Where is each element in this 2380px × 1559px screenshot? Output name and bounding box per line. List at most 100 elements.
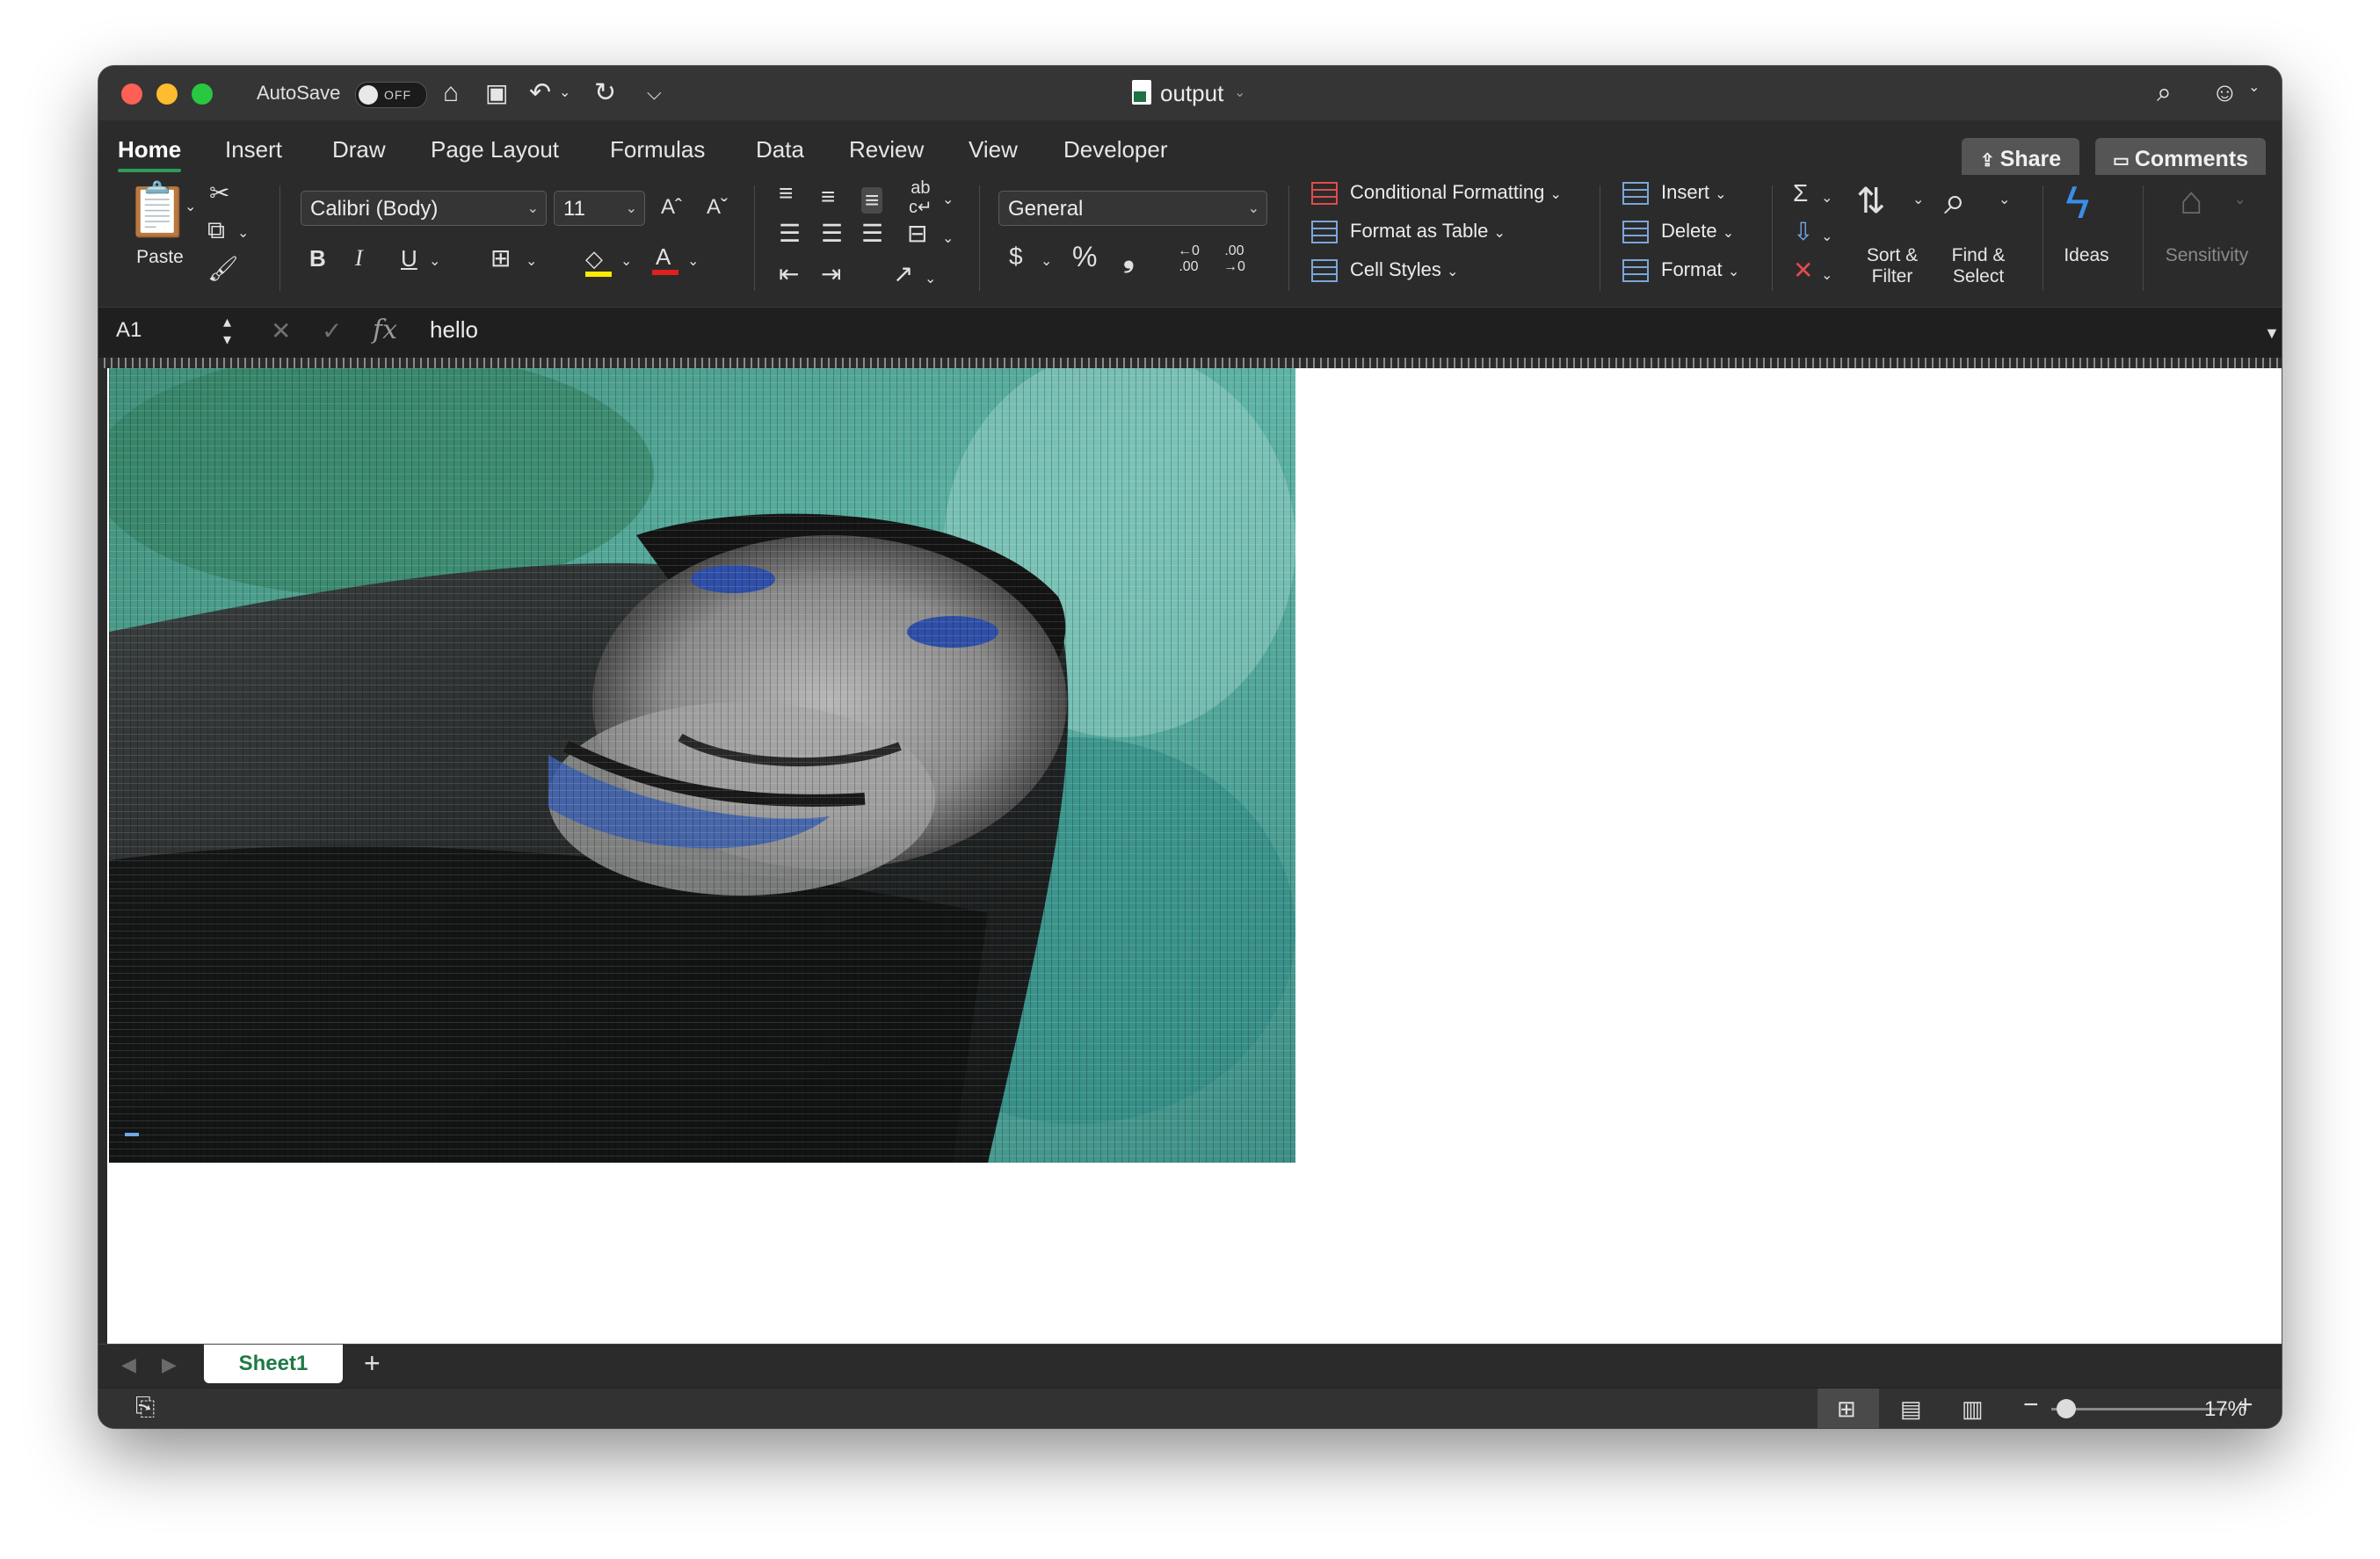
comments-button[interactable]: ▭ Comments	[2095, 138, 2266, 180]
cell-styles-button[interactable]: Cell Styles ⌄	[1311, 257, 1458, 285]
tab-developer[interactable]: Developer	[1063, 136, 1168, 163]
decrease-indent-icon[interactable]: ⇤	[779, 261, 799, 287]
autosave-toggle[interactable]: OFF	[355, 82, 427, 108]
ideas-lightning-icon[interactable]: ϟ	[2065, 177, 2090, 229]
number-format-select[interactable]: General ⌄	[998, 191, 1267, 226]
normal-view-button[interactable]: ⊞	[1818, 1389, 1879, 1428]
italic-button[interactable]: I	[355, 245, 363, 272]
search-icon[interactable]: ⌕	[2157, 78, 2172, 108]
increase-font-size-icon[interactable]: Aˆ	[661, 194, 682, 221]
share-button[interactable]: ⇪ Share	[1962, 138, 2079, 180]
home-icon[interactable]: ⌂	[443, 78, 459, 108]
zoom-window-button[interactable]	[192, 83, 213, 105]
align-bottom-icon[interactable]: ≡	[861, 187, 883, 214]
clear-icon[interactable]: ✕	[1793, 257, 1813, 284]
increase-decimal-icon[interactable]: ←0.00	[1178, 243, 1200, 275]
tab-insert[interactable]: Insert	[225, 136, 282, 163]
sort-filter-label[interactable]: Sort & Filter	[1860, 245, 1925, 287]
copy-icon[interactable]: ⧉	[207, 217, 225, 243]
format-painter-icon[interactable]: 🖌	[207, 256, 239, 282]
underline-button[interactable]: U	[401, 245, 417, 272]
tab-data[interactable]: Data	[756, 136, 804, 163]
save-icon[interactable]: ▣	[485, 78, 508, 108]
sheet-tab-sheet1[interactable]: Sheet1	[204, 1345, 343, 1383]
currency-button[interactable]: $	[1009, 243, 1023, 270]
undo-icon[interactable]: ↶	[529, 78, 551, 108]
font-color-dropdown-icon[interactable]: ⌄	[687, 249, 699, 275]
redo-icon[interactable]: ↻	[594, 78, 616, 108]
format-as-table-button[interactable]: Format as Table ⌄	[1311, 219, 1506, 246]
autosum-icon[interactable]: Σ	[1793, 180, 1808, 207]
customize-toolbar-icon[interactable]: ⌵	[647, 78, 662, 108]
page-layout-view-icon[interactable]: ▤	[1900, 1396, 1922, 1422]
tab-home[interactable]: Home	[118, 136, 182, 172]
add-sheet-icon[interactable]: +	[364, 1349, 381, 1377]
paste-dropdown-icon[interactable]: ⌄	[185, 194, 196, 221]
align-right-icon[interactable]: ☰	[861, 221, 883, 247]
worksheet-grid[interactable]	[98, 351, 2282, 1344]
align-middle-icon[interactable]: ≡	[821, 184, 835, 210]
undo-dropdown-icon[interactable]: ⌄	[559, 78, 570, 108]
tab-review[interactable]: Review	[849, 136, 924, 163]
zoom-out-icon[interactable]: −	[2023, 1392, 2039, 1418]
name-box-stepper-icon[interactable]: ▴ ▾	[223, 313, 231, 348]
underline-dropdown-icon[interactable]: ⌄	[429, 249, 440, 275]
sensitivity-label[interactable]: Sensitivity	[2155, 245, 2259, 266]
comma-style-button[interactable]: ❟	[1123, 243, 1135, 271]
sort-dropdown-icon[interactable]: ⌄	[1912, 187, 1924, 214]
paste-label[interactable]: Paste	[132, 247, 188, 268]
cancel-entry-icon[interactable]: ✕	[271, 318, 291, 344]
column-headers[interactable]	[98, 358, 2282, 368]
ideas-label[interactable]: Ideas	[2058, 245, 2115, 266]
feedback-smiley-icon[interactable]: ☺	[2211, 78, 2239, 108]
find-select-label[interactable]: Find & Select	[1944, 245, 2013, 287]
merge-dropdown-icon[interactable]: ⌄	[942, 226, 954, 252]
feedback-chevron-icon[interactable]: ⌄	[2248, 78, 2260, 96]
merge-center-icon[interactable]: ⊟	[907, 221, 927, 247]
sort-filter-icon[interactable]: ⇅	[1856, 182, 1886, 221]
page-break-view-icon[interactable]: ▥	[1962, 1396, 1984, 1422]
row-headers[interactable]	[98, 368, 107, 1344]
fill-color-dropdown-icon[interactable]: ⌄	[620, 249, 632, 275]
document-title[interactable]: output	[1160, 80, 1223, 107]
format-cells-button[interactable]: Format ⌄	[1622, 257, 1739, 285]
orientation-dropdown-icon[interactable]: ⌄	[925, 266, 936, 293]
close-window-button[interactable]	[121, 83, 142, 105]
insert-function-button[interactable]: fx	[373, 315, 397, 345]
font-color-button[interactable]: A	[652, 243, 678, 275]
previous-sheet-icon[interactable]: ◀	[121, 1352, 136, 1378]
fill-dropdown-icon[interactable]: ⌄	[1821, 224, 1832, 250]
bold-button[interactable]: B	[309, 245, 326, 272]
align-top-icon[interactable]: ≡	[779, 180, 793, 207]
decrease-decimal-icon[interactable]: .00 →0	[1223, 243, 1245, 275]
zoom-percentage[interactable]: 17%	[2204, 1397, 2246, 1422]
align-center-icon[interactable]: ☰	[821, 221, 843, 247]
confirm-entry-icon[interactable]: ✓	[322, 318, 342, 344]
sensitivity-icon[interactable]: ⌂	[2180, 180, 2203, 222]
zoom-slider-track[interactable]	[2051, 1408, 2227, 1410]
expand-formula-bar-icon[interactable]: ▼	[2264, 320, 2280, 346]
decrease-font-size-icon[interactable]: Aˇ	[707, 194, 728, 221]
borders-dropdown-icon[interactable]: ⌄	[526, 249, 537, 275]
wrap-dropdown-icon[interactable]: ⌄	[942, 187, 954, 214]
delete-cells-button[interactable]: Delete ⌄	[1622, 219, 1734, 246]
find-dropdown-icon[interactable]: ⌄	[1999, 187, 2010, 214]
percent-button[interactable]: %	[1072, 243, 1097, 271]
font-name-select[interactable]: Calibri (Body) ⌄	[301, 191, 547, 226]
conditional-formatting-button[interactable]: Conditional Formatting ⌄	[1311, 180, 1562, 207]
tab-view[interactable]: View	[969, 136, 1018, 163]
name-box[interactable]: A1	[116, 318, 141, 343]
minimize-window-button[interactable]	[156, 83, 178, 105]
tab-draw[interactable]: Draw	[332, 136, 386, 163]
clear-dropdown-icon[interactable]: ⌄	[1821, 263, 1832, 289]
copy-dropdown-icon[interactable]: ⌄	[237, 221, 249, 247]
wrap-text-icon[interactable]: ab c↵	[909, 178, 932, 217]
macro-record-icon[interactable]: ⎘	[135, 1394, 155, 1420]
fill-down-icon[interactable]: ⇩	[1793, 219, 1813, 245]
orientation-icon[interactable]: ↗	[893, 261, 913, 287]
currency-dropdown-icon[interactable]: ⌄	[1041, 249, 1052, 275]
zoom-slider-knob[interactable]	[2057, 1399, 2076, 1418]
cut-icon[interactable]: ✂	[209, 180, 229, 207]
increase-indent-icon[interactable]: ⇥	[821, 261, 841, 287]
title-chevron-icon[interactable]: ⌄	[1234, 78, 1245, 108]
